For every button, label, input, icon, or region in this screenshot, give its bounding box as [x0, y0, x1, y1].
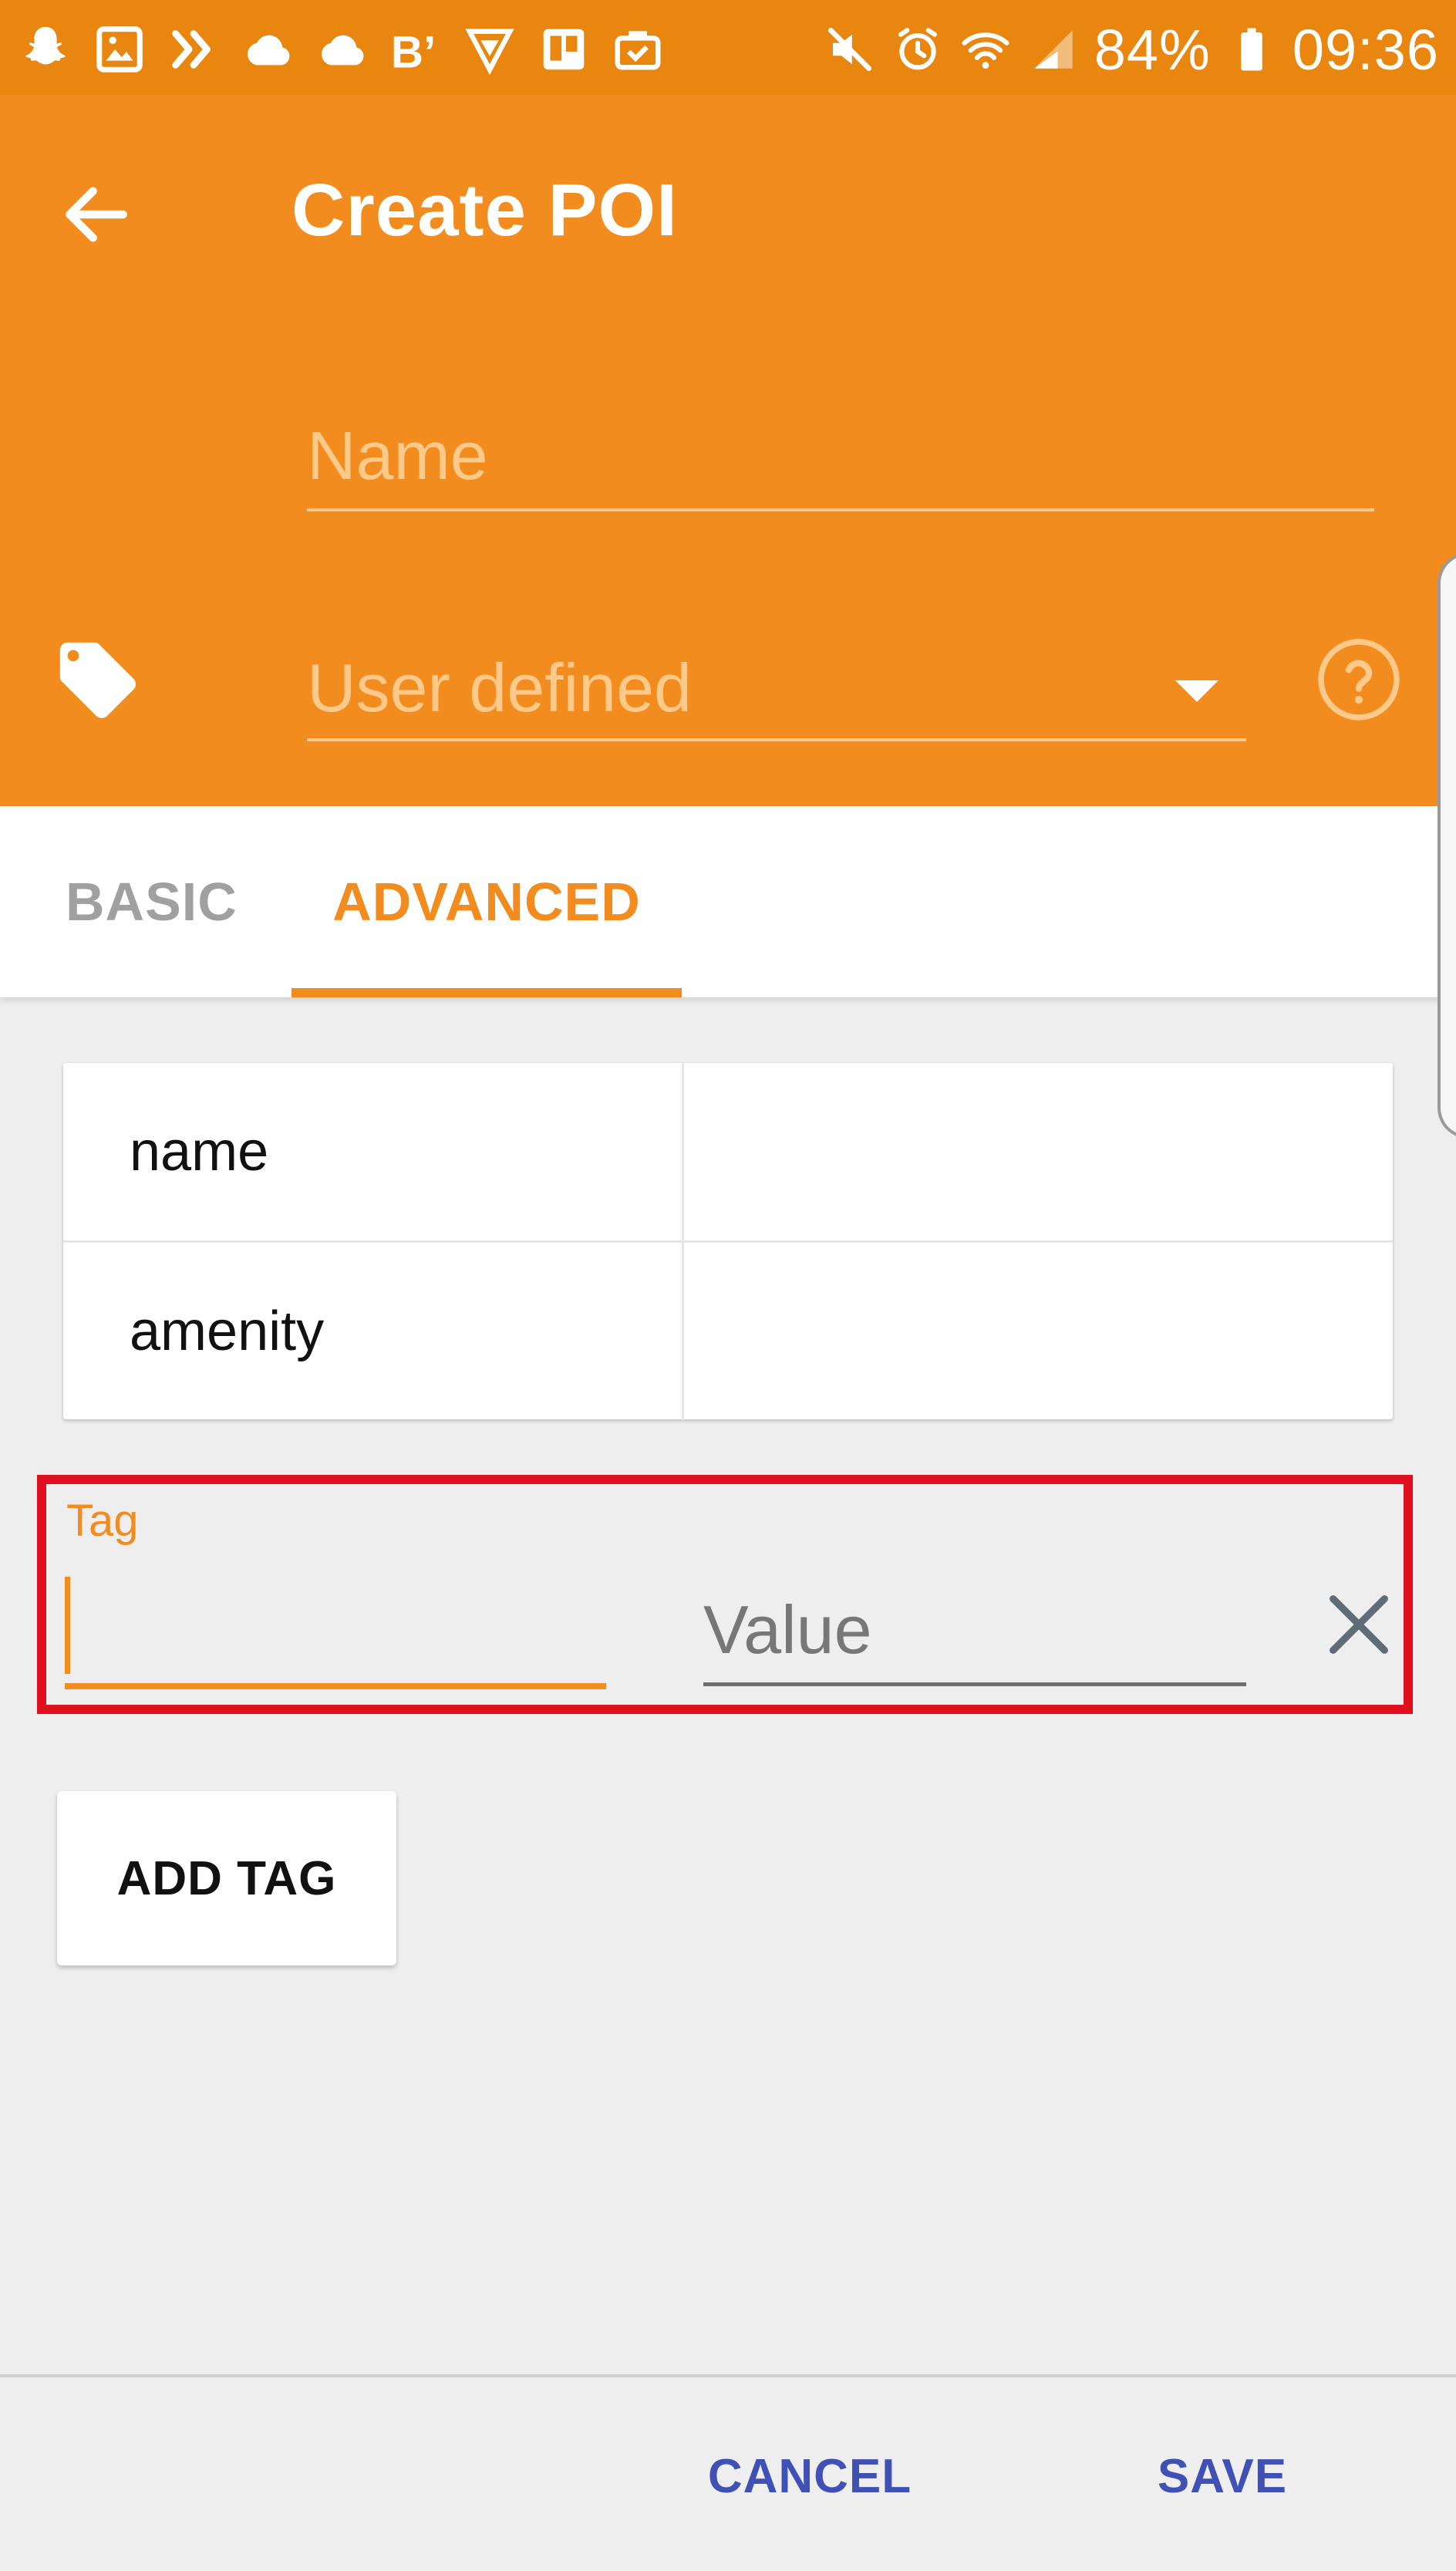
value-field — [703, 1574, 1246, 1686]
triangle-logo-icon — [461, 21, 518, 78]
wifi-icon — [959, 22, 1013, 76]
poi-type-value: User defined — [307, 649, 692, 726]
snapchat-icon — [17, 21, 74, 78]
edge-panel-handle[interactable] — [1437, 552, 1456, 1139]
signal-icon — [1026, 22, 1080, 76]
add-tag-button[interactable]: ADD TAG — [57, 1791, 396, 1965]
tab-bar: BASIC ADVANCED — [0, 806, 1456, 997]
cloud-icon — [239, 21, 296, 78]
help-circle-icon[interactable] — [1316, 636, 1402, 723]
mute-icon — [823, 22, 877, 76]
system-indicators: 84% 09:36 — [823, 12, 1439, 86]
active-tab-indicator — [292, 988, 682, 997]
bold-b-icon: B’ — [387, 21, 444, 78]
tag-icon — [59, 642, 136, 719]
battery-icon — [1225, 22, 1279, 76]
name-input[interactable] — [307, 403, 1374, 511]
tag-field-label: Tag — [66, 1496, 139, 1546]
notification-icons: B’ — [17, 17, 666, 82]
tab-basic[interactable]: BASIC — [46, 806, 247, 997]
tab-advanced[interactable]: ADVANCED — [292, 806, 682, 997]
tag-key: amenity — [130, 1301, 325, 1362]
name-field — [307, 403, 1374, 515]
table-row[interactable]: name — [63, 1063, 1393, 1240]
cloud-icon — [313, 21, 370, 78]
clock: 09:36 — [1292, 17, 1439, 82]
footer-divider — [0, 2374, 1456, 2377]
alarm-icon — [891, 22, 945, 76]
tag-value[interactable] — [682, 1063, 1393, 1240]
cancel-button[interactable]: CANCEL — [694, 2430, 925, 2522]
forward-icon — [165, 21, 222, 78]
dropdown-arrow-icon — [1175, 680, 1218, 702]
page-title: Create POI — [292, 169, 678, 251]
tag-input[interactable] — [65, 1574, 606, 1689]
briefcase-icon — [609, 21, 666, 78]
text-cursor — [65, 1577, 70, 1674]
arrow-left-icon — [66, 187, 127, 242]
gallery-icon — [91, 21, 148, 78]
svg-text:B’: B’ — [391, 27, 436, 76]
tag-key: name — [130, 1121, 269, 1183]
tag-value[interactable] — [682, 1243, 1393, 1420]
save-button[interactable]: SAVE — [1126, 2430, 1319, 2522]
battery-percent: 84% — [1094, 17, 1211, 82]
app-bar: Create POI User defined — [0, 95, 1456, 806]
tag-table: name amenity — [63, 1063, 1393, 1420]
trello-icon — [535, 21, 592, 78]
table-row[interactable]: amenity — [63, 1240, 1393, 1420]
create-poi-screen: B’ 84% 09:36 Create POI Name User define… — [0, 0, 1456, 2571]
status-bar: B’ 84% 09:36 — [0, 0, 1456, 95]
back-button[interactable] — [46, 164, 147, 265]
value-input[interactable] — [703, 1574, 1246, 1682]
close-icon[interactable] — [1320, 1586, 1397, 1663]
poi-type-dropdown[interactable]: User defined — [307, 627, 1246, 741]
